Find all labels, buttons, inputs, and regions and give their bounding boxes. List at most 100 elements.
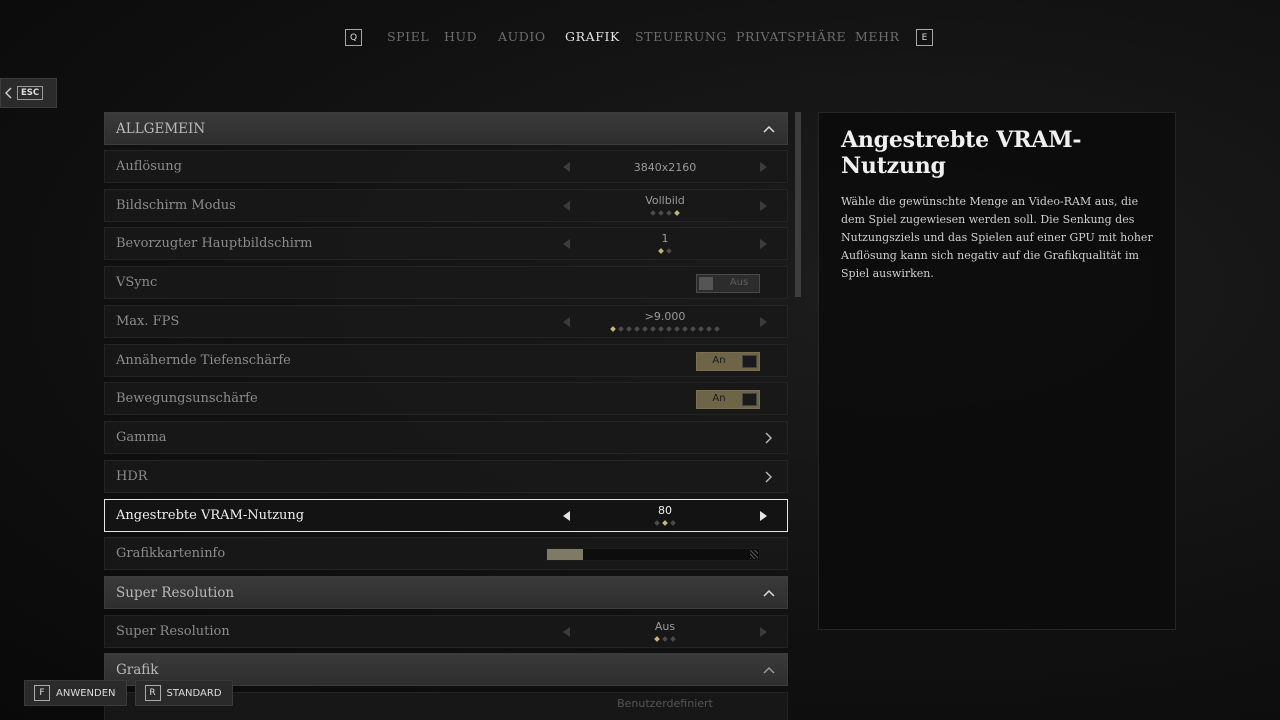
setting-vram[interactable]: Angestrebte VRAM-Nutzung 80 (104, 499, 788, 532)
section-label: Grafik (116, 661, 159, 678)
option-pip (658, 248, 664, 254)
arrow-right-icon[interactable] (756, 315, 770, 329)
setting-value: Benutzerdefiniert (617, 697, 713, 710)
tiefenschaerfe-toggle[interactable]: An (696, 352, 760, 371)
setting-label: Bewegungsunschärfe (116, 391, 258, 406)
toggle-knob (742, 393, 757, 406)
option-pip (714, 326, 720, 332)
toggle-knob (742, 355, 757, 368)
option-pip (666, 326, 672, 332)
tab-hud[interactable]: HUD (444, 29, 477, 44)
section-super-resolution[interactable]: Super Resolution (104, 576, 788, 609)
tab-grafik[interactable]: GRAFIK (565, 29, 620, 44)
option-pip (666, 248, 672, 254)
option-pip (650, 210, 656, 216)
setting-max-fps[interactable]: Max. FPS >9.000 (104, 305, 788, 338)
option-pip (658, 210, 664, 216)
setting-value: >9.000 (644, 310, 686, 323)
setting-aufloesung[interactable]: Auflösung 3840x2160 (104, 150, 788, 183)
apply-key: F (34, 685, 50, 701)
setting-label: Angestrebte VRAM-Nutzung (116, 508, 305, 523)
prev-tab-key[interactable]: Q (345, 29, 362, 46)
chevron-up-icon (763, 589, 775, 597)
arrow-right-icon[interactable] (756, 625, 770, 639)
setting-value: Aus (654, 620, 676, 633)
section-label: ALLGEMEIN (116, 120, 206, 137)
option-pips (595, 326, 735, 334)
setting-bildschirm-modus[interactable]: Bildschirm Modus Vollbild (104, 189, 788, 222)
setting-tiefenschaerfe[interactable]: Annähernde Tiefenschärfe An (104, 344, 788, 377)
setting-label: Bevorzugter Hauptbildschirm (116, 236, 313, 251)
option-pip (670, 636, 676, 642)
option-pip (662, 520, 668, 526)
top-navigation: Q SPIEL HUD AUDIO GRAFIK STEUERUNG PRIVA… (0, 27, 1280, 47)
next-tab-key[interactable]: E (916, 29, 933, 46)
option-pip (634, 326, 640, 332)
arrow-left-icon[interactable] (560, 160, 574, 174)
option-pip (618, 326, 624, 332)
option-pips (595, 636, 735, 644)
description-panel: Angestrebte VRAM-Nutzung Wähle die gewün… (818, 112, 1176, 630)
setting-label: VSync (116, 275, 158, 290)
apply-label: ANWENDEN (56, 687, 116, 699)
tab-spiel[interactable]: SPIEL (387, 29, 429, 44)
vram-usage-fill (547, 549, 584, 560)
apply-button[interactable]: F ANWENDEN (24, 680, 127, 706)
arrow-left-icon[interactable] (560, 237, 574, 251)
setting-value: 80 (658, 504, 672, 517)
setting-label: Max. FPS (116, 314, 180, 329)
arrow-left-icon[interactable] (560, 199, 574, 213)
tab-audio[interactable]: AUDIO (498, 29, 546, 44)
chevron-right-icon (765, 432, 772, 444)
vram-limit-marker (750, 550, 758, 559)
tab-mehr[interactable]: MEHR (855, 29, 900, 44)
option-pip (674, 210, 680, 216)
back-button[interactable]: ESC (0, 78, 57, 108)
setting-label: Annähernde Tiefenschärfe (116, 353, 291, 368)
option-pip (658, 326, 664, 332)
tab-steuerung[interactable]: STEUERUNG (635, 29, 727, 44)
tab-privatsphaere[interactable]: PRIVATSPHÄRE (736, 29, 846, 44)
arrow-right-icon[interactable] (756, 237, 770, 251)
option-pip (670, 520, 676, 526)
arrow-left-icon[interactable] (560, 315, 574, 329)
setting-super-resolution[interactable]: Super Resolution Aus (104, 615, 788, 648)
default-button[interactable]: R STANDARD (134, 680, 233, 706)
option-pip (690, 326, 696, 332)
arrow-right-icon[interactable] (756, 509, 770, 523)
chevron-left-icon (1, 87, 17, 99)
arrow-left-icon[interactable] (560, 625, 574, 639)
setting-gamma[interactable]: Gamma (104, 421, 788, 454)
option-pip (674, 326, 680, 332)
chevron-up-icon (763, 125, 775, 133)
toggle-label: An (712, 355, 726, 366)
option-pip (706, 326, 712, 332)
arrow-left-icon[interactable] (560, 509, 574, 523)
setting-label: HDR (116, 469, 148, 484)
setting-label: Gamma (116, 430, 167, 445)
setting-hauptbildschirm[interactable]: Bevorzugter Hauptbildschirm 1 (104, 227, 788, 260)
section-allgemein[interactable]: ALLGEMEIN (104, 112, 788, 145)
option-pips (595, 248, 735, 256)
setting-label: Auflösung (116, 159, 182, 174)
vsync-toggle[interactable]: Aus (696, 274, 760, 293)
option-pip (610, 326, 616, 332)
arrow-right-icon[interactable] (756, 160, 770, 174)
description-title: Angestrebte VRAM-Nutzung (841, 127, 1082, 179)
setting-vsync[interactable]: VSync Aus (104, 266, 788, 299)
option-pip (698, 326, 704, 332)
setting-hdr[interactable]: HDR (104, 460, 788, 493)
setting-grafikkarteninfo[interactable]: Grafikkarteninfo (104, 537, 788, 570)
setting-value: 1 (661, 232, 669, 245)
setting-label: Bildschirm Modus (116, 198, 236, 213)
bewegungsunschaerfe-toggle[interactable]: An (696, 390, 760, 409)
option-pip (662, 636, 668, 642)
description-text: Wähle die gewünschte Menge an Video-RAM … (841, 195, 1153, 280)
toggle-label: Aus (729, 277, 749, 288)
option-pips (595, 210, 735, 218)
default-key: R (144, 685, 161, 701)
arrow-right-icon[interactable] (756, 199, 770, 213)
settings-scrollbar[interactable] (795, 112, 801, 297)
option-pip (626, 326, 632, 332)
setting-bewegungsunschaerfe[interactable]: Bewegungsunschärfe An (104, 382, 788, 415)
